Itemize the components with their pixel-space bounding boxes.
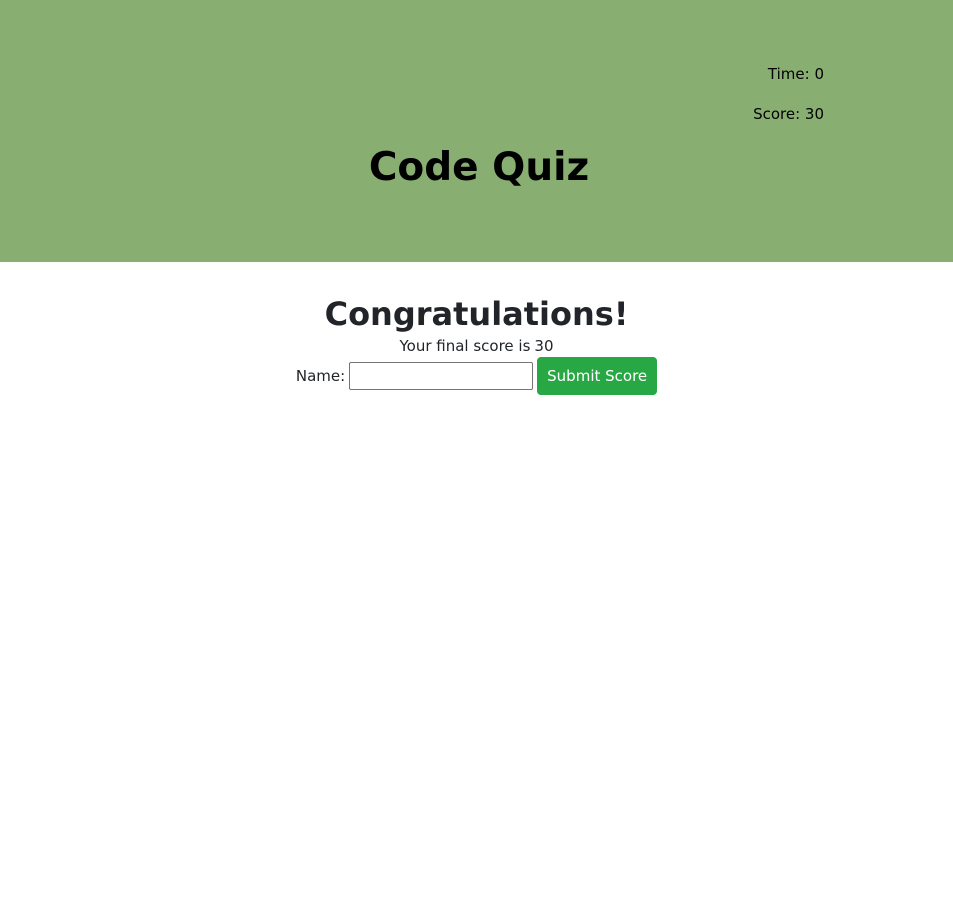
final-score-label: Your final score is xyxy=(399,337,531,355)
score-form: Name: Submit Score xyxy=(0,356,953,396)
final-score-text: Your final score is 30 xyxy=(0,336,953,356)
submit-score-button[interactable]: Submit Score xyxy=(537,357,658,395)
results-panel: Congratulations! Your final score is 30 N… xyxy=(0,0,953,396)
name-input[interactable] xyxy=(349,362,534,390)
name-label: Name: xyxy=(295,367,346,385)
congratulations-heading: Congratulations! xyxy=(324,295,629,333)
final-score-value: 30 xyxy=(534,337,554,355)
